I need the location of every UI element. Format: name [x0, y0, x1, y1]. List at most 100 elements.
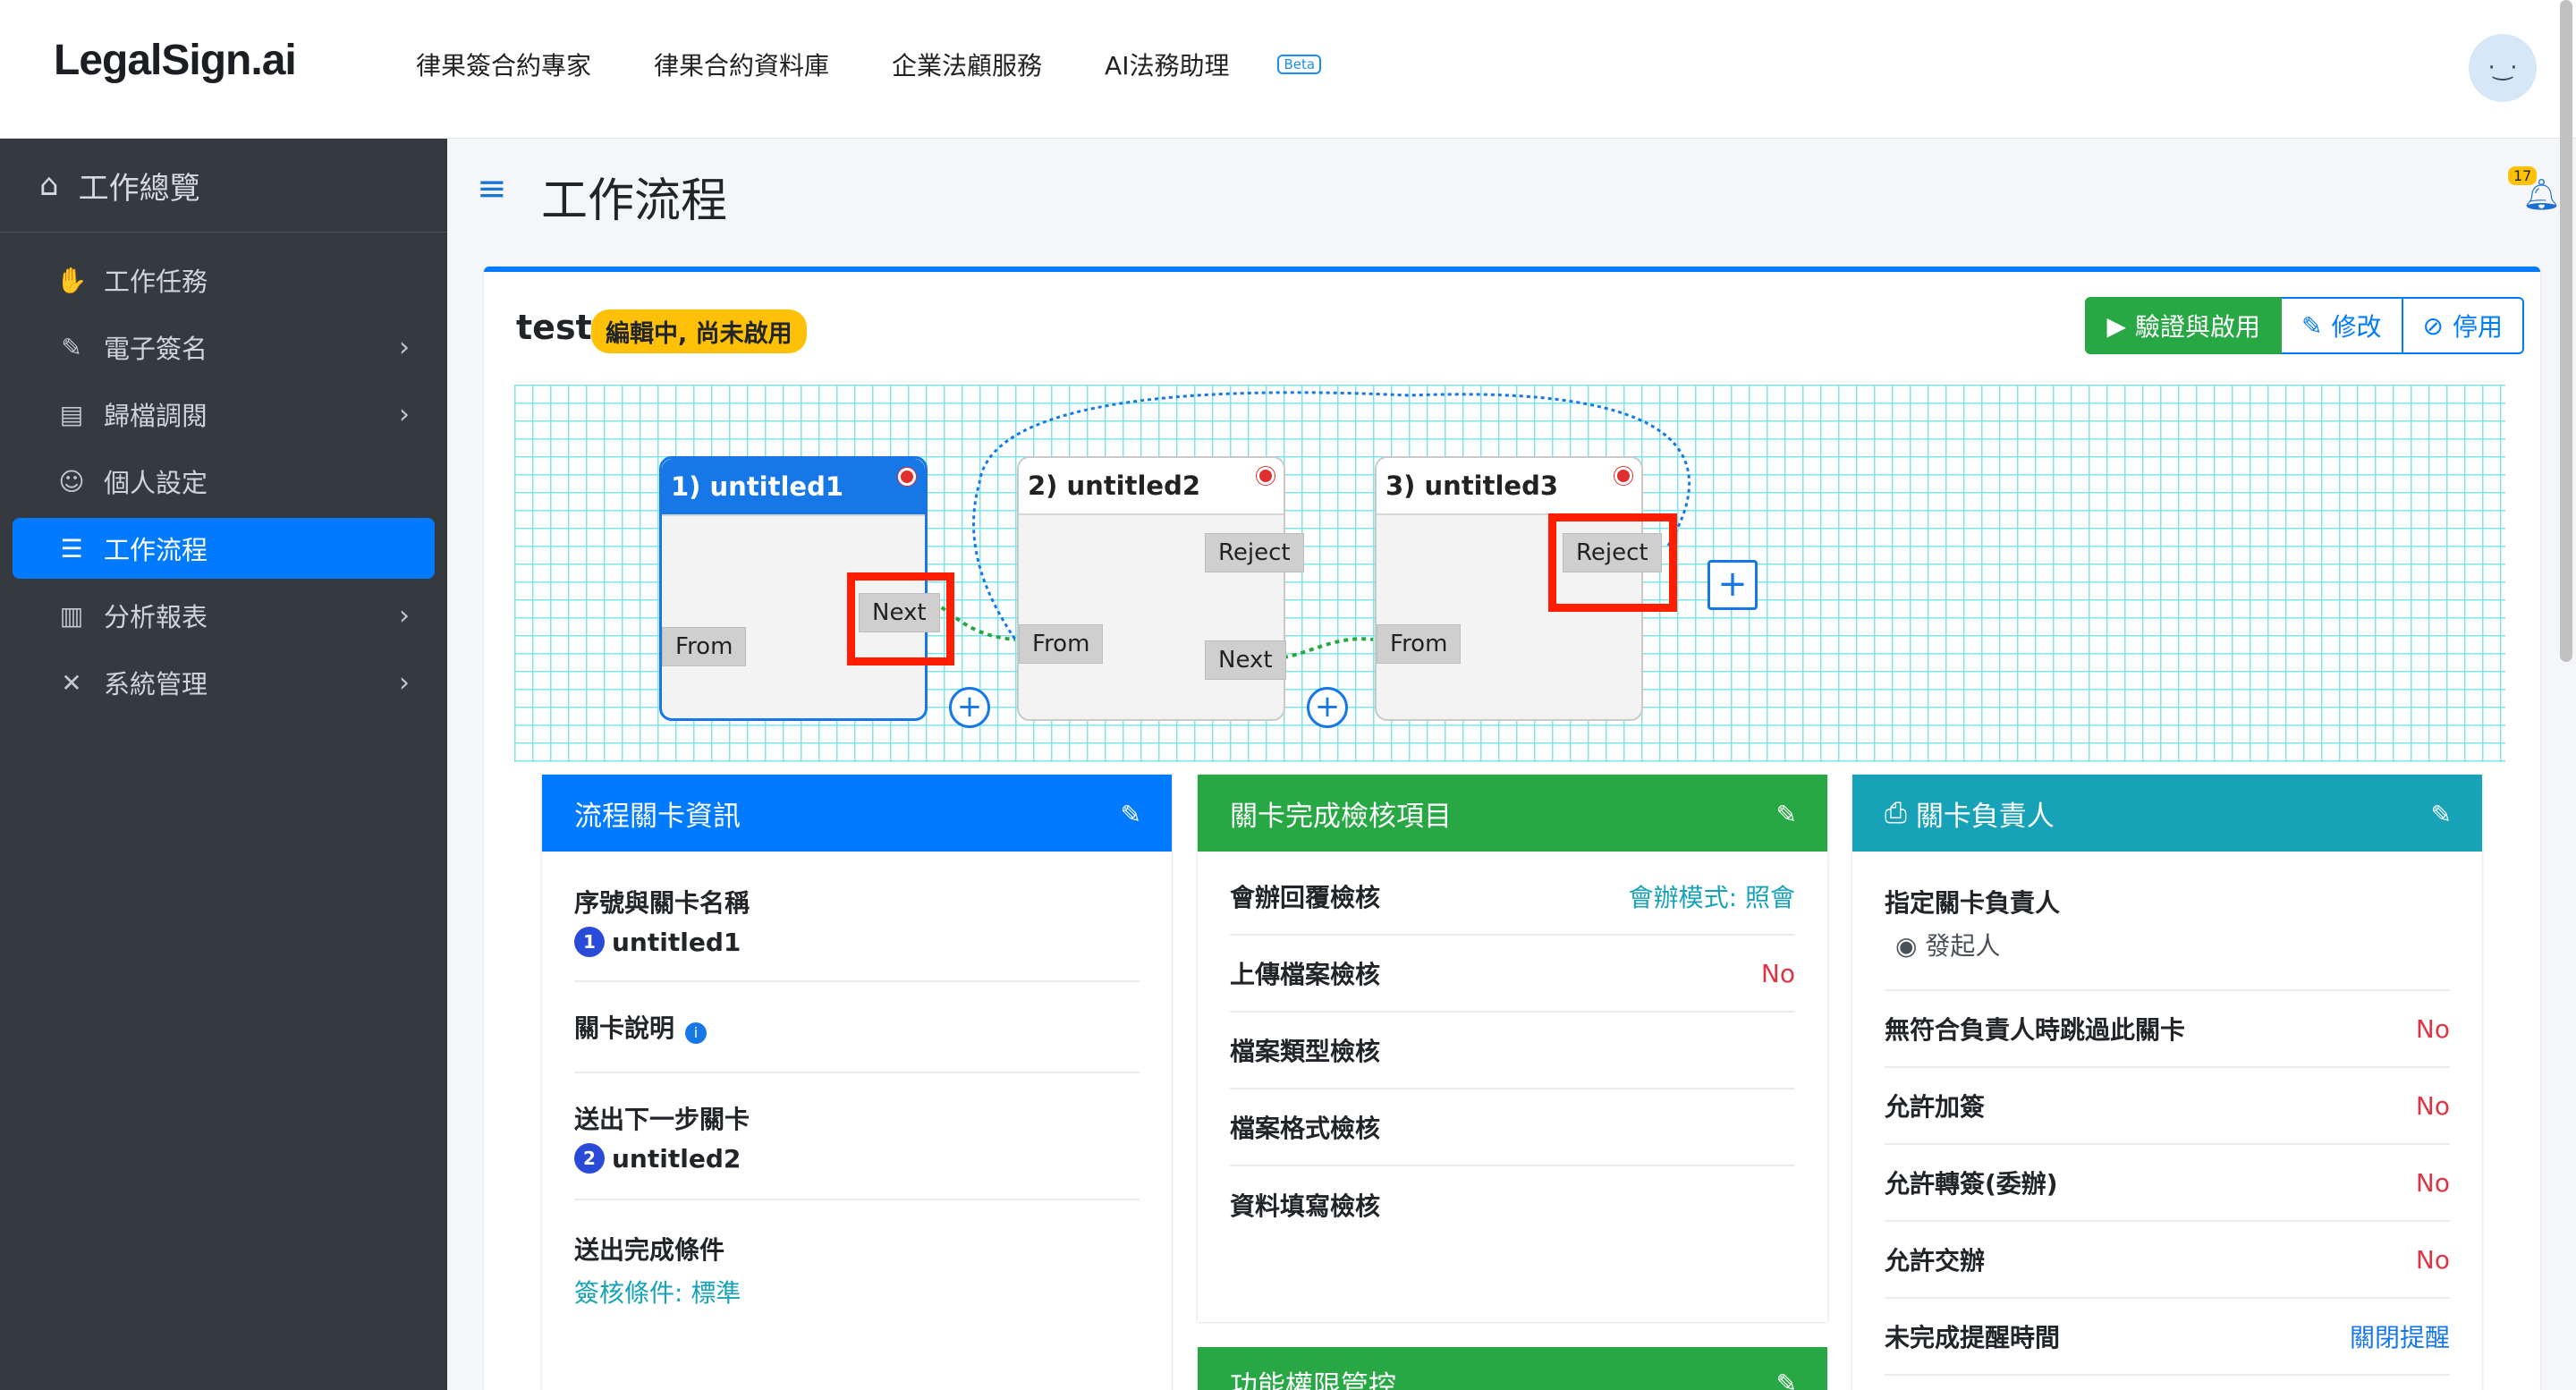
add-node-between-1-2-button[interactable]: + — [949, 687, 990, 728]
owner-row-assign: 允許交辦 No — [1885, 1222, 2450, 1299]
add-node-between-2-3-button[interactable]: + — [1307, 687, 1348, 728]
archive-icon: ▤ — [59, 399, 84, 429]
remove-node-icon[interactable] — [898, 468, 916, 486]
sidebar-item-label: 分析報表 — [104, 602, 208, 632]
add-node-end-button[interactable]: + — [1707, 560, 1758, 610]
owner-row-label: 允許轉簽(委辦) — [1885, 1169, 2058, 1199]
page-scrollbar[interactable] — [2560, 0, 2572, 662]
remove-node-icon[interactable] — [1614, 467, 1632, 485]
port-from[interactable]: From — [1019, 624, 1104, 664]
complete-cond-row: 送出完成條件 簽核條件: 標準 — [574, 1200, 1140, 1333]
flow-node-title: 3) untitled3 — [1377, 458, 1641, 515]
edit-icon[interactable]: ✎ — [1776, 800, 1797, 829]
sidebar-item-reports[interactable]: ▥ 分析報表 › — [13, 585, 435, 646]
sidebar-item-profile[interactable]: ☺ 個人設定 — [13, 451, 435, 512]
nav-link-ai-assistant-label: AI法務助理 — [1105, 51, 1230, 81]
check-row-datafill: 資料填寫檢核 — [1230, 1166, 1795, 1243]
top-nav: 律果簽合約專家 律果合約資料庫 企業法顧服務 AI法務助理 Beta — [416, 47, 1322, 82]
edit-label: 修改 — [2331, 312, 2382, 342]
handshake-icon: ✋ — [55, 265, 88, 295]
owner-row-value: No — [2415, 1244, 2450, 1275]
nav-link-contract-database[interactable]: 律果合約資料庫 — [654, 47, 829, 82]
panel-header: 關卡完成檢核項目 ✎ — [1198, 775, 1827, 852]
check-value: 會辦模式: 照會 — [1628, 883, 1795, 912]
flow-canvas[interactable]: 1) untitled1 From Next 2) untitled2 From… — [514, 385, 2505, 762]
stage-info-panel: 流程關卡資訊 ✎ 序號與關卡名稱 1 untitled1 關卡說明 i 送出下一步關… — [542, 775, 1172, 1390]
port-next[interactable]: Next — [1205, 640, 1286, 680]
edit-button[interactable]: ✎ 修改 — [2282, 297, 2403, 354]
status-badge: 編輯中, 尚未啟用 — [591, 309, 807, 353]
assignee-value: 發起人 — [1925, 931, 2001, 961]
validate-enable-button[interactable]: ▶ 驗證與啟用 — [2085, 297, 2283, 354]
edit-icon: ✎ — [2301, 310, 2323, 341]
highlight-next-port — [847, 572, 954, 665]
disable-button[interactable]: ⊘ 停用 — [2402, 297, 2524, 354]
edit-icon[interactable]: ✎ — [2431, 800, 2452, 829]
sidebar-item-admin[interactable]: ✕ 系統管理 › — [13, 652, 435, 713]
validate-enable-label: 驗證與啟用 — [2135, 312, 2261, 342]
edit-icon[interactable]: ✎ — [1121, 800, 1141, 829]
nav-link-contract-expert[interactable]: 律果簽合約專家 — [416, 47, 591, 82]
brand-logo[interactable]: LegalSign.ai — [54, 36, 297, 85]
chevron-right-icon: › — [399, 398, 410, 430]
edit-icon[interactable]: ✎ — [1776, 1369, 1797, 1390]
port-from[interactable]: From — [662, 627, 747, 666]
owner-row-value: No — [2415, 1013, 2450, 1044]
chart-icon: ▥ — [59, 600, 84, 631]
owner-row-reminder: 未完成提醒時間 關閉提醒 — [1885, 1299, 2450, 1376]
flow-node-title: 1) untitled1 — [662, 459, 925, 516]
port-from[interactable]: From — [1377, 624, 1462, 664]
check-label: 檔案格式檢核 — [1230, 1114, 1381, 1143]
hamburger-menu-icon[interactable]: ≡ — [477, 168, 507, 209]
port-reject[interactable]: Reject — [1205, 533, 1304, 572]
completion-check-panel: 關卡完成檢核項目 ✎ 會辦回覆檢核 會辦模式: 照會 上傳檔案檢核 No 檔案類… — [1198, 775, 1827, 1322]
sidebar-item-archive[interactable]: ▤ 歸檔調閱 › — [13, 384, 435, 445]
user-cog-icon: ☺ — [58, 466, 85, 496]
complete-cond-value[interactable]: 簽核條件: 標準 — [574, 1274, 1140, 1309]
owner-row-label: 無符合負責人時跳過此關卡 — [1885, 1015, 2186, 1045]
sidebar-head-label: 工作總覽 — [78, 170, 200, 207]
check-label: 檔案類型檢核 — [1230, 1037, 1381, 1066]
check-row-upload: 上傳檔案檢核 No — [1230, 936, 1795, 1013]
assignee-row: 指定關卡負責人 ◉ 發起人 — [1885, 852, 2450, 991]
chevron-right-icon: › — [399, 599, 410, 631]
avatar[interactable]: · ͜ · — [2469, 34, 2537, 102]
tools-icon: ✕ — [61, 667, 82, 698]
next-stage-name: untitled2 — [612, 1143, 741, 1174]
remove-node-icon[interactable] — [1257, 467, 1275, 485]
sidebar-item-label: 歸檔調閱 — [104, 401, 208, 431]
nav-link-ai-assistant[interactable]: AI法務助理 Beta — [1105, 47, 1322, 82]
owner-row-value: No — [2415, 1167, 2450, 1198]
sidebar-item-label: 系統管理 — [104, 669, 208, 699]
chevron-right-icon: › — [399, 331, 410, 363]
next-stage-label: 送出下一步關卡 — [574, 1105, 750, 1134]
sidebar-item-label: 個人設定 — [104, 468, 208, 498]
check-label: 資料填寫檢核 — [1230, 1191, 1381, 1221]
owner-row-add-sign: 允許加簽 No — [1885, 1068, 2450, 1145]
owner-row-delegate: 允許轉簽(委辦) No — [1885, 1145, 2450, 1222]
owner-row-value[interactable]: 關閉提醒 — [2350, 1318, 2450, 1354]
sidebar-item-label: 工作流程 — [104, 535, 208, 565]
panel-header: ⎙ 關卡負責人 ✎ — [1852, 775, 2482, 852]
tasks-icon: ☰ — [60, 533, 83, 564]
check-row-fileformat: 檔案格式檢核 — [1230, 1089, 1795, 1166]
sidebar: ⌂ 工作總覽 ✋ 工作任務 ✎ 電子簽名 › ▤ 歸檔調閱 › ☺ 個人設定 ☰… — [0, 139, 447, 1390]
sidebar-item-tasks[interactable]: ✋ 工作任務 — [13, 250, 435, 310]
owner-row-value: No — [2415, 1090, 2450, 1121]
home-icon: ⌂ — [39, 167, 59, 203]
stage-seq-row: 序號與關卡名稱 1 untitled1 — [574, 852, 1140, 982]
nav-link-legal-services[interactable]: 企業法顧服務 — [892, 47, 1042, 82]
info-icon[interactable]: i — [685, 1021, 708, 1044]
owner-row-label: 未完成提醒時間 — [1885, 1323, 2061, 1352]
owner-row-skip: 無符合負責人時跳過此關卡 No — [1885, 991, 2450, 1068]
panel-header: 流程關卡資訊 ✎ — [542, 775, 1172, 852]
stage-seq-label: 序號與關卡名稱 — [574, 888, 750, 918]
sidebar-item-workflow[interactable]: ☰ 工作流程 — [13, 518, 435, 579]
sidebar-item-esign[interactable]: ✎ 電子簽名 › — [13, 317, 435, 377]
bell-icon[interactable]: 🔔︎ — [2522, 177, 2561, 213]
ban-icon: ⊘ — [2422, 310, 2444, 341]
flow-node-2[interactable]: 2) untitled2 From Reject Next — [1017, 456, 1304, 721]
flow-node-title: 2) untitled2 — [1019, 458, 1284, 515]
sidebar-item-dashboard[interactable]: ⌂ 工作總覽 — [0, 139, 447, 233]
highlight-reject-port — [1548, 513, 1677, 612]
